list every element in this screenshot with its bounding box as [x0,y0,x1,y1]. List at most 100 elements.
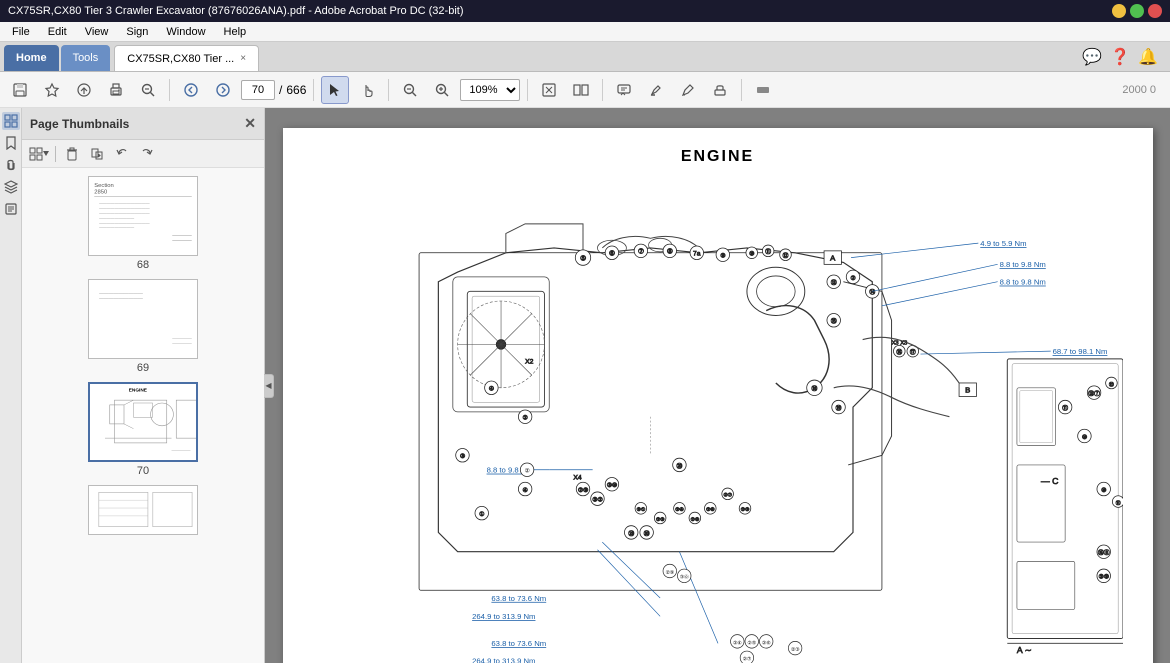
svg-text:⑳: ⑳ [676,462,682,470]
svg-text:②: ② [524,468,529,475]
maximize-button[interactable] [1130,4,1144,18]
rotate-cw-button[interactable] [136,143,158,165]
redact-button[interactable] [749,76,777,104]
highlight-tool-button[interactable] [642,76,670,104]
strip-attachments-icon[interactable] [2,156,20,174]
svg-text:③②: ③② [592,497,602,504]
svg-text:③: ③ [459,453,464,460]
pdf-content-area[interactable]: ENGINE [265,108,1170,663]
help-icon[interactable]: ❓ [1110,47,1130,67]
fit-page-button[interactable] [535,76,563,104]
svg-text:③⑩: ③⑩ [606,482,616,489]
print-button[interactable] [102,76,130,104]
thumbnail-page-71[interactable] [88,485,198,538]
toolbar: / 666 109% 100% 75% 50% 125% 150% [0,72,1170,108]
strip-bookmarks-icon[interactable] [2,134,20,152]
svg-text:— C: — C [1041,476,1058,486]
sidebar-collapse-button[interactable]: ◀ [264,374,274,398]
thumbnail-page-70[interactable]: ENGINE [88,382,198,477]
svg-text:7a: 7a [693,251,701,258]
draw-tool-button[interactable] [674,76,702,104]
strip-pages-icon[interactable] [2,200,20,218]
tab-home[interactable]: Home [4,45,59,71]
toolbar-separator-6 [741,79,742,101]
delete-page-button[interactable] [61,143,83,165]
menu-window[interactable]: Window [158,24,213,40]
thumbnail-toolbar [22,140,264,168]
notification-icon[interactable]: 🔔 [1138,47,1158,67]
svg-text:264.9 to 313.9 Nm: 264.9 to 313.9 Nm [472,612,535,621]
svg-text:③⓪: ③⓪ [679,574,688,581]
zoom-select[interactable]: 109% 100% 75% 50% 125% 150% [460,79,520,101]
svg-text:④: ④ [488,386,493,393]
tab-tools[interactable]: Tools [61,45,111,71]
zoom-in-button[interactable] [428,76,456,104]
stamp-tool-button[interactable] [706,76,734,104]
svg-text:②④: ②④ [732,640,741,646]
tab-close-icon[interactable]: × [240,53,246,64]
svg-text:⑭: ⑭ [869,288,875,296]
svg-text:⑪: ⑪ [1115,499,1120,506]
select-tool-button[interactable] [321,76,349,104]
svg-text:④: ④ [522,487,527,494]
svg-text:⑮: ⑮ [830,317,836,325]
svg-text:⑯: ⑯ [896,348,902,356]
minimize-button[interactable] [1112,4,1126,18]
page-number-input[interactable] [241,80,275,100]
svg-text:4.9 to 5.9 Nm: 4.9 to 5.9 Nm [980,239,1026,248]
strip-thumbnails-icon[interactable] [2,112,20,130]
svg-text:②⑦: ②⑦ [723,493,732,499]
svg-text:8.8 to 9.8 Nm: 8.8 to 9.8 Nm [999,278,1045,287]
thumbnail-page-69[interactable]: ————————— ————————— 69 [88,279,198,374]
svg-text:⑩: ⑩ [1081,434,1086,441]
menu-file[interactable]: File [4,24,38,40]
tab-document[interactable]: CX75SR,CX80 Tier ... × [114,45,259,71]
svg-text:③⑨: ③⑨ [1098,574,1108,581]
left-strip [0,108,22,663]
svg-text:⑧: ⑧ [666,248,672,256]
close-button[interactable] [1148,4,1162,18]
main-area: Page Thumbnails ✕ [0,108,1170,663]
svg-text:63.8 to 73.6 Nm: 63.8 to 73.6 Nm [491,594,546,603]
title-bar: CX75SR,CX80 Tier 3 Crawler Excavator (87… [0,0,1170,22]
window-controls [1112,4,1162,18]
menu-bar: File Edit View Sign Window Help [0,22,1170,42]
hand-tool-button[interactable] [353,76,381,104]
thumbnail-view-button[interactable] [28,143,50,165]
next-page-button[interactable] [209,76,237,104]
svg-text:⑬⑦: ⑬⑦ [1088,390,1100,398]
svg-text:63.8 to 73.6 Nm: 63.8 to 73.6 Nm [491,639,546,648]
page-total: 666 [286,83,306,97]
upload-button[interactable] [70,76,98,104]
svg-text:②⑦: ②⑦ [742,657,751,663]
prev-page-button[interactable] [177,76,205,104]
thumbnail-68-image: Section 2850 ————————————— —————————————… [88,176,198,256]
comment-icon[interactable]: 💬 [1082,47,1102,67]
rotate-ccw-button[interactable] [111,143,133,165]
svg-text:⑲: ⑲ [835,404,841,412]
strip-layers-icon[interactable] [2,178,20,196]
bookmark-button[interactable] [38,76,66,104]
menu-help[interactable]: Help [216,24,255,40]
svg-text:A ∼: A ∼ [1016,645,1031,655]
window-title: CX75SR,CX80 Tier 3 Crawler Excavator (87… [8,5,1112,17]
insert-pages-button[interactable] [86,143,108,165]
svg-text:⑰: ⑰ [909,348,915,356]
thumbnail-list[interactable]: Section 2850 ————————————— —————————————… [22,168,264,663]
comment-tool-button[interactable] [610,76,638,104]
zoom-out-button[interactable] [396,76,424,104]
sidebar-close-button[interactable]: ✕ [244,115,256,132]
menu-edit[interactable]: Edit [40,24,75,40]
menu-sign[interactable]: Sign [118,24,156,40]
page-separator: / [279,83,282,97]
tn-separator-1 [55,146,56,162]
save-button[interactable] [6,76,34,104]
two-page-button[interactable] [567,76,595,104]
find-button[interactable] [134,76,162,104]
menu-view[interactable]: View [77,24,117,40]
svg-text:⑪: ⑪ [1062,404,1068,412]
svg-text:⑯⑧: ⑯⑧ [1097,549,1109,557]
thumbnail-page-68[interactable]: Section 2850 ————————————— —————————————… [88,176,198,271]
svg-text:㉙: ㉙ [628,529,634,537]
toolbar-separator-1 [169,79,170,101]
